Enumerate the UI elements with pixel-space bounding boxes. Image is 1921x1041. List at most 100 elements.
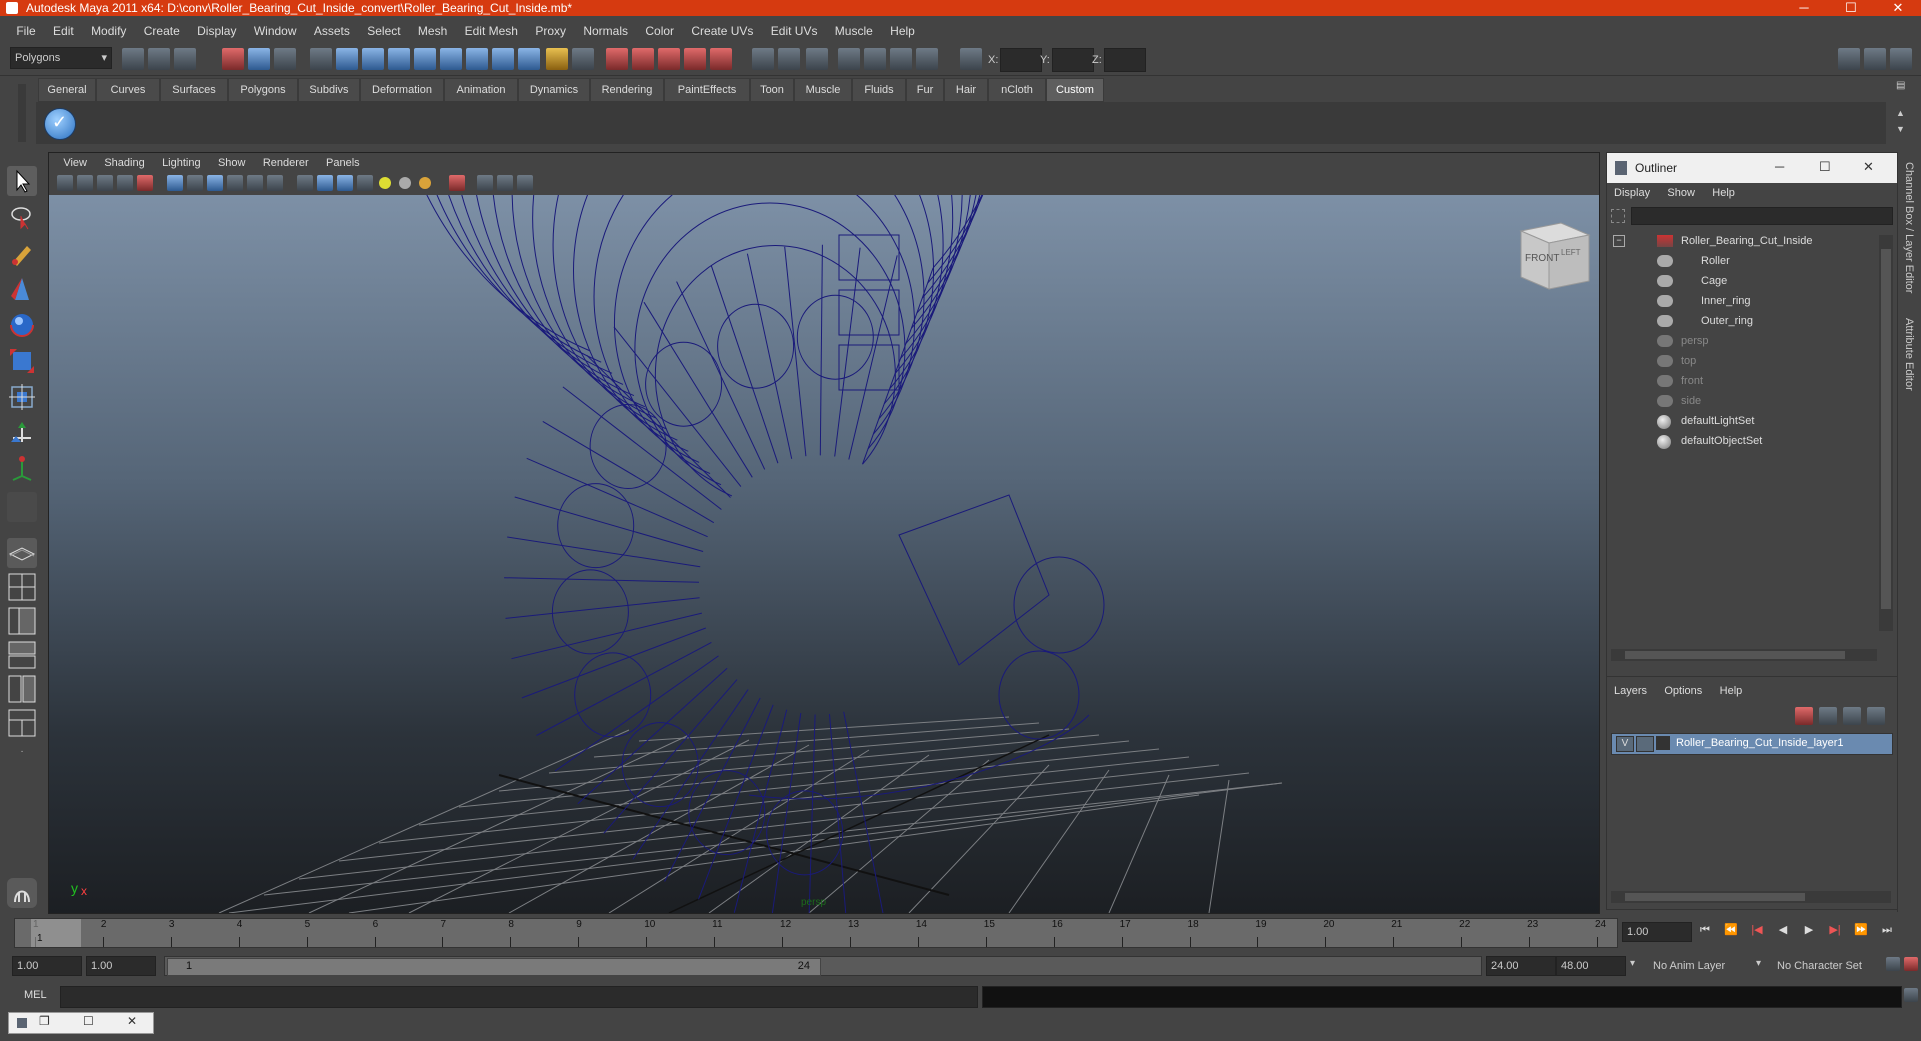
construction-history-icon[interactable] [778,48,800,70]
absolute-transform-icon[interactable] [960,48,982,70]
bookmarks-icon[interactable] [97,175,113,191]
outliner-filter-input[interactable] [1631,207,1893,225]
outliner-horizontal-scrollbar[interactable] [1611,649,1877,661]
shelf-tab-animation[interactable]: Animation [444,78,518,102]
outliner-item-persp[interactable]: persp [1681,335,1709,347]
hypershade-layout-icon[interactable] [7,674,37,704]
character-set-chevron-icon[interactable]: ▾ [1756,958,1761,969]
select-dynamics-icon[interactable] [466,48,488,70]
minimize-button[interactable]: ─ [1781,0,1827,16]
shelf-tab-deformation[interactable]: Deformation [360,78,444,102]
render-settings-icon[interactable] [864,48,886,70]
current-frame-field[interactable]: 1.00 [1622,922,1692,942]
character-set-dropdown[interactable]: No Character Set [1772,956,1888,976]
select-hierarchy-icon[interactable] [222,48,244,70]
minimized-window[interactable]: ❐ ☐ ✕ [8,1012,154,1034]
view-cube[interactable]: FRONT LEFT [1519,222,1591,290]
highlight-selection-icon[interactable] [572,48,594,70]
shelf-tab-toon[interactable]: Toon [750,78,794,102]
xray-joints-icon[interactable] [497,175,513,191]
menu-proxy[interactable]: Proxy [528,20,573,42]
y-field[interactable] [1052,48,1094,72]
isolate-select-icon[interactable] [449,175,465,191]
menu-edit-uvs[interactable]: Edit UVs [764,20,825,42]
film-gate-icon[interactable] [187,175,203,191]
shelf-grip[interactable] [18,84,26,142]
outliner-item-root[interactable]: Roller_Bearing_Cut_Inside [1681,235,1812,247]
outliner-vertical-scrollbar[interactable] [1879,235,1893,631]
select-camera-icon[interactable] [57,175,73,191]
layer-visibility-toggle[interactable]: V [1616,736,1634,752]
menu-file[interactable]: File [9,20,42,42]
ipr-render-icon[interactable] [838,48,860,70]
open-scene-icon[interactable] [148,48,170,70]
smooth-shading-icon[interactable] [317,175,333,191]
use-all-lights-icon[interactable] [379,177,391,189]
shelf-scroll-up-icon[interactable]: ▲ [1896,108,1910,120]
menu-normals[interactable]: Normals [576,20,635,42]
select-curves-icon[interactable] [388,48,410,70]
shelf-tab-muscle[interactable]: Muscle [794,78,852,102]
viewport-menu-show[interactable]: Show [211,153,253,173]
select-surfaces-icon[interactable] [414,48,436,70]
menu-help[interactable]: Help [883,20,922,42]
outliner-item-inner-ring[interactable]: Inner_ring [1701,295,1751,307]
four-view-layout-icon[interactable] [7,572,37,602]
outliner-item-cage[interactable]: Cage [1701,275,1727,287]
command-input[interactable] [60,986,978,1008]
show-channel-box-icon[interactable] [1890,48,1912,70]
minimized-maximize-button[interactable]: ☐ [83,1014,94,1028]
auto-key-icon[interactable] [1886,957,1900,971]
shelf-tab-hair[interactable]: Hair [944,78,988,102]
menu-edit[interactable]: Edit [46,20,81,42]
xray-icon[interactable] [477,175,493,191]
more-layouts-icon[interactable]: · [7,746,37,768]
last-tool-slot[interactable] [7,492,37,522]
shelf-tab-subdivs[interactable]: Subdivs [298,78,360,102]
shelf-tab-surfaces[interactable]: Surfaces [160,78,228,102]
create-layer-selected-icon[interactable] [1867,707,1885,725]
snap-curve-icon[interactable] [632,48,654,70]
layer-scroll-thumb[interactable] [1625,893,1805,901]
outliner-menu-show[interactable]: Show [1660,183,1702,203]
viewport-menu-shading[interactable]: Shading [97,153,151,173]
anim-layer-chevron-icon[interactable]: ▾ [1630,958,1635,969]
shelf-tab-painteffects[interactable]: PaintEffects [664,78,750,102]
select-component-icon[interactable] [274,48,296,70]
script-editor-icon[interactable] [1904,988,1918,1002]
shelf-tab-fur[interactable]: Fur [906,78,944,102]
maximize-button[interactable]: ☐ [1828,0,1874,16]
rotate-tool-icon[interactable] [7,310,37,340]
mel-label[interactable]: MEL [24,989,47,1001]
select-deformers-icon[interactable] [440,48,462,70]
viewport-menu-lighting[interactable]: Lighting [155,153,208,173]
anim-layer-dropdown[interactable]: No Anim Layer [1648,956,1758,976]
minimized-close-button[interactable]: ✕ [127,1014,137,1028]
shadows-icon[interactable] [399,177,411,189]
snap-point-icon[interactable] [658,48,680,70]
lasso-tool-icon[interactable] [7,202,37,232]
two-d-pan-zoom-icon[interactable] [137,175,153,191]
render-current-frame-icon[interactable] [806,48,828,70]
play-backwards-button[interactable]: ◀ [1774,922,1792,938]
gate-mask-icon[interactable] [227,175,243,191]
selection-mask-icon[interactable] [310,48,332,70]
menu-mesh[interactable]: Mesh [411,20,454,42]
step-forward-frame-button[interactable]: ▶| [1826,922,1844,938]
outliner-item-outer-ring[interactable]: Outer_ring [1701,315,1753,327]
close-button[interactable]: ✕ [1875,0,1921,16]
paint-select-tool-icon[interactable] [7,238,37,268]
new-scene-icon[interactable] [122,48,144,70]
safe-action-icon[interactable] [267,175,283,191]
single-perspective-layout-icon[interactable] [7,538,37,568]
shelf-tab-custom[interactable]: Custom [1046,78,1104,102]
layer-menu-options[interactable]: Options [1657,681,1709,701]
outliner-item-default-light-set[interactable]: defaultLightSet [1681,415,1754,427]
grid-toggle-icon[interactable] [167,175,183,191]
soft-mod-tool-icon[interactable] [7,418,37,448]
shelf-tab-curves[interactable]: Curves [96,78,160,102]
select-handles-icon[interactable] [336,48,358,70]
resolution-gate-icon[interactable] [207,175,223,191]
scale-tool-icon[interactable] [7,346,37,376]
select-rendering-icon[interactable] [492,48,514,70]
